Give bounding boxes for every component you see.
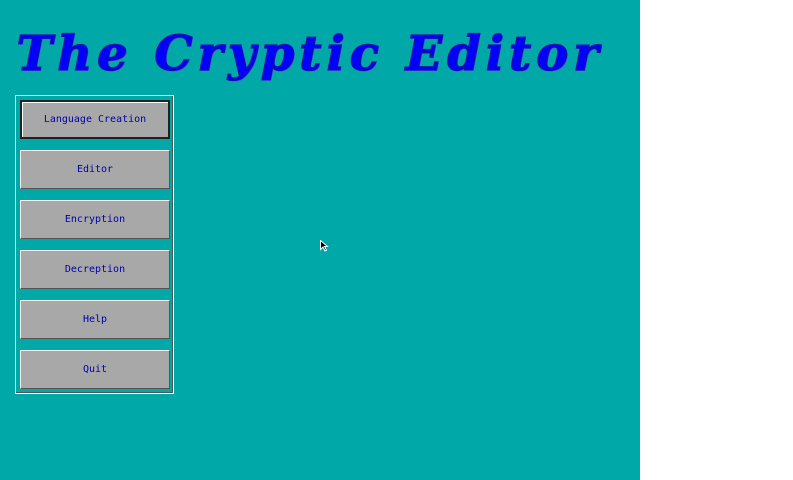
dos-screen: The Cryptic Editor Language Creation Edi… (0, 0, 640, 480)
app-title: The Cryptic Editor (16, 25, 604, 82)
help-button[interactable]: Help (20, 300, 170, 339)
mouse-pointer-icon (320, 240, 329, 252)
quit-button[interactable]: Quit (20, 350, 170, 389)
main-menu-panel: Language Creation Editor Encryption Decr… (15, 95, 174, 394)
language-creation-button[interactable]: Language Creation (20, 100, 170, 139)
encryption-button[interactable]: Encryption (20, 200, 170, 239)
editor-button[interactable]: Editor (20, 150, 170, 189)
decreption-button[interactable]: Decreption (20, 250, 170, 289)
